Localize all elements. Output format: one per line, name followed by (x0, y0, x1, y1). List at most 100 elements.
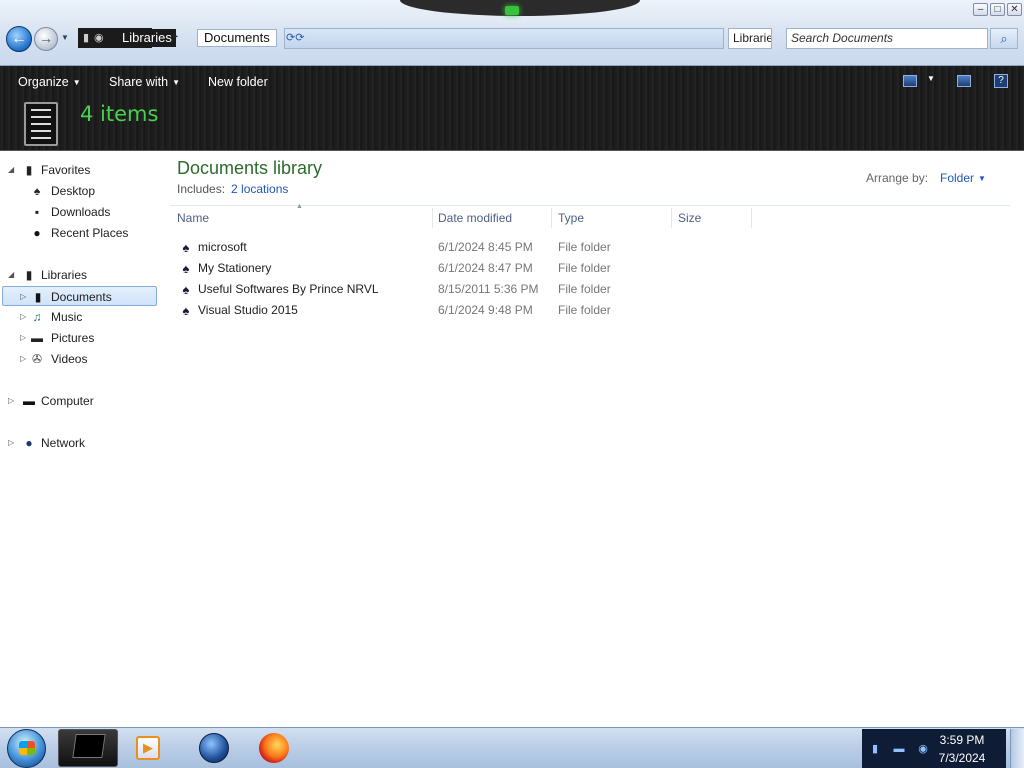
address-history-dropdown[interactable]: Libraries (728, 28, 772, 49)
table-row[interactable]: ♠ microsoft 6/1/2024 8:45 PM File folder (176, 237, 636, 258)
forward-button[interactable]: → (34, 27, 58, 51)
share-with-menu[interactable]: Share with ▼ (109, 74, 180, 90)
organize-label: Organize (18, 75, 69, 89)
preview-pane-icon[interactable] (957, 75, 971, 87)
file-name: Visual Studio 2015 (198, 303, 298, 317)
table-row[interactable]: ♠ My Stationery 6/1/2024 8:47 PM File fo… (176, 258, 636, 279)
network-tray-icon[interactable]: ▬ (892, 742, 906, 756)
column-header-size[interactable]: Size (678, 211, 701, 229)
libraries-icon: ▮ (25, 268, 33, 282)
nav-favorites-label: Favorites (41, 163, 91, 177)
new-folder-button[interactable]: New folder (208, 74, 268, 90)
videos-icon: ✇ (31, 352, 43, 366)
nav-pictures-label: Pictures (51, 331, 95, 345)
nav-documents-label: Documents (51, 290, 112, 304)
nav-recent-places[interactable]: ● Recent Places (28, 223, 158, 243)
maximize-button[interactable]: □ (990, 3, 1005, 16)
nav-favorites[interactable]: ◢ ▮ Favorites (8, 160, 158, 180)
change-view-icon[interactable] (903, 75, 917, 87)
clock-time[interactable]: 3:59 PM (930, 733, 994, 747)
includes-label: Includes: (177, 182, 226, 196)
nav-videos[interactable]: ▷ ✇ Videos (18, 349, 158, 369)
address-bar[interactable] (284, 28, 724, 49)
table-row[interactable]: ♠ Visual Studio 2015 6/1/2024 9:48 PM Fi… (176, 300, 636, 321)
documents-icon: ▮ (34, 290, 42, 304)
column-divider[interactable] (671, 208, 672, 228)
column-header-type[interactable]: Type (558, 211, 584, 229)
collapsed-arrow-icon[interactable]: ▷ (8, 433, 14, 453)
library-locations-link[interactable]: 2 locations (231, 182, 288, 196)
nav-downloads[interactable]: ▪ Downloads (28, 202, 158, 222)
pictures-icon: ▬ (31, 331, 43, 345)
nav-pictures[interactable]: ▷ ▬ Pictures (18, 328, 158, 348)
media-player-icon[interactable]: ▶ (136, 736, 160, 760)
refresh-icon[interactable]: ⟳⟳ (286, 31, 312, 45)
file-date: 6/1/2024 9:48 PM (438, 303, 533, 317)
browser-globe-icon[interactable] (199, 733, 229, 763)
organize-menu[interactable]: Organize ▼ (18, 74, 81, 90)
column-divider[interactable] (751, 208, 752, 228)
explorer-icon (72, 734, 106, 758)
firefox-icon[interactable] (259, 733, 289, 763)
file-name: microsoft (198, 240, 247, 254)
collapsed-arrow-icon[interactable]: ▷ (20, 349, 26, 369)
expanded-arrow-icon[interactable]: ◢ (8, 160, 14, 180)
tray-app-icon[interactable]: ▮ (868, 742, 882, 756)
clock-date[interactable]: 7/3/2024 (930, 751, 994, 765)
view-options-dropdown[interactable]: ▼ (927, 74, 935, 83)
show-desktop-button[interactable] (1010, 729, 1024, 768)
recent-pages-dropdown[interactable]: ▼ (61, 33, 69, 42)
collapsed-arrow-icon[interactable]: ▷ (8, 391, 14, 411)
arrange-by-dropdown[interactable]: Folder ▼ (940, 171, 986, 185)
nav-libraries[interactable]: ◢ ▮ Libraries (8, 265, 158, 285)
column-header-date-modified[interactable]: Date modified (438, 211, 512, 229)
network-icon: ● (25, 436, 33, 450)
collapsed-arrow-icon[interactable]: ▷ (20, 287, 26, 307)
file-name: Useful Softwares By Prince NRVL (198, 282, 379, 296)
breadcrumb-chevron-icon[interactable]: ▸ (173, 31, 178, 42)
file-type: File folder (558, 303, 611, 317)
favorites-star-icon: ▮ (25, 163, 33, 177)
collapsed-arrow-icon[interactable]: ▷ (20, 328, 26, 348)
chevron-down-icon: ▼ (172, 78, 180, 87)
nav-desktop[interactable]: ♠ Desktop (28, 181, 158, 201)
folder-icon: ♠ (182, 282, 190, 297)
collapsed-arrow-icon[interactable]: ▷ (20, 307, 26, 327)
nav-computer[interactable]: ▷ ▬ Computer (8, 391, 158, 411)
music-icon: ♫ (32, 310, 42, 324)
arrange-by-value: Folder (940, 171, 975, 185)
breadcrumb-documents[interactable]: Documents (197, 29, 277, 47)
nav-documents[interactable]: ▷ ▮ Documents (2, 286, 157, 306)
nav-network[interactable]: ▷ ● Network (8, 433, 158, 453)
library-icon: ▮◉ (83, 32, 109, 44)
table-row[interactable]: ♠ Useful Softwares By Prince NRVL 8/15/2… (176, 279, 636, 300)
volume-icon[interactable]: ◉ (916, 742, 930, 756)
nav-libraries-label: Libraries (41, 268, 88, 282)
minimize-button[interactable]: – (973, 3, 988, 16)
expanded-arrow-icon[interactable]: ◢ (8, 265, 14, 285)
search-input[interactable]: Search Documents (786, 28, 988, 49)
file-type: File folder (558, 240, 611, 254)
nav-music[interactable]: ▷ ♫ Music (18, 307, 158, 327)
file-date: 8/15/2011 5:36 PM (438, 282, 539, 296)
help-icon[interactable]: ? (994, 74, 1008, 88)
column-divider[interactable] (551, 208, 552, 228)
back-button[interactable]: ← (6, 26, 32, 52)
nav-recent-places-label: Recent Places (51, 226, 129, 240)
breadcrumb-libraries[interactable]: Libraries (118, 29, 176, 47)
recent-places-icon: ● (33, 226, 41, 240)
documents-library-icon (24, 102, 58, 146)
downloads-icon: ▪ (34, 205, 40, 219)
column-divider[interactable] (432, 208, 433, 228)
library-includes: Includes: 2 locations (177, 182, 288, 196)
search-icon[interactable]: ⌕ (990, 28, 1018, 49)
computer-icon: ▬ (23, 394, 35, 408)
nav-computer-label: Computer (41, 394, 94, 408)
nav-network-label: Network (41, 436, 86, 450)
column-header-name[interactable]: Name (177, 211, 209, 229)
close-button[interactable]: ✕ (1007, 3, 1022, 16)
folder-icon: ♠ (182, 261, 190, 276)
file-name: My Stationery (198, 261, 272, 275)
status-light-icon (505, 6, 519, 15)
start-button[interactable] (7, 729, 46, 768)
